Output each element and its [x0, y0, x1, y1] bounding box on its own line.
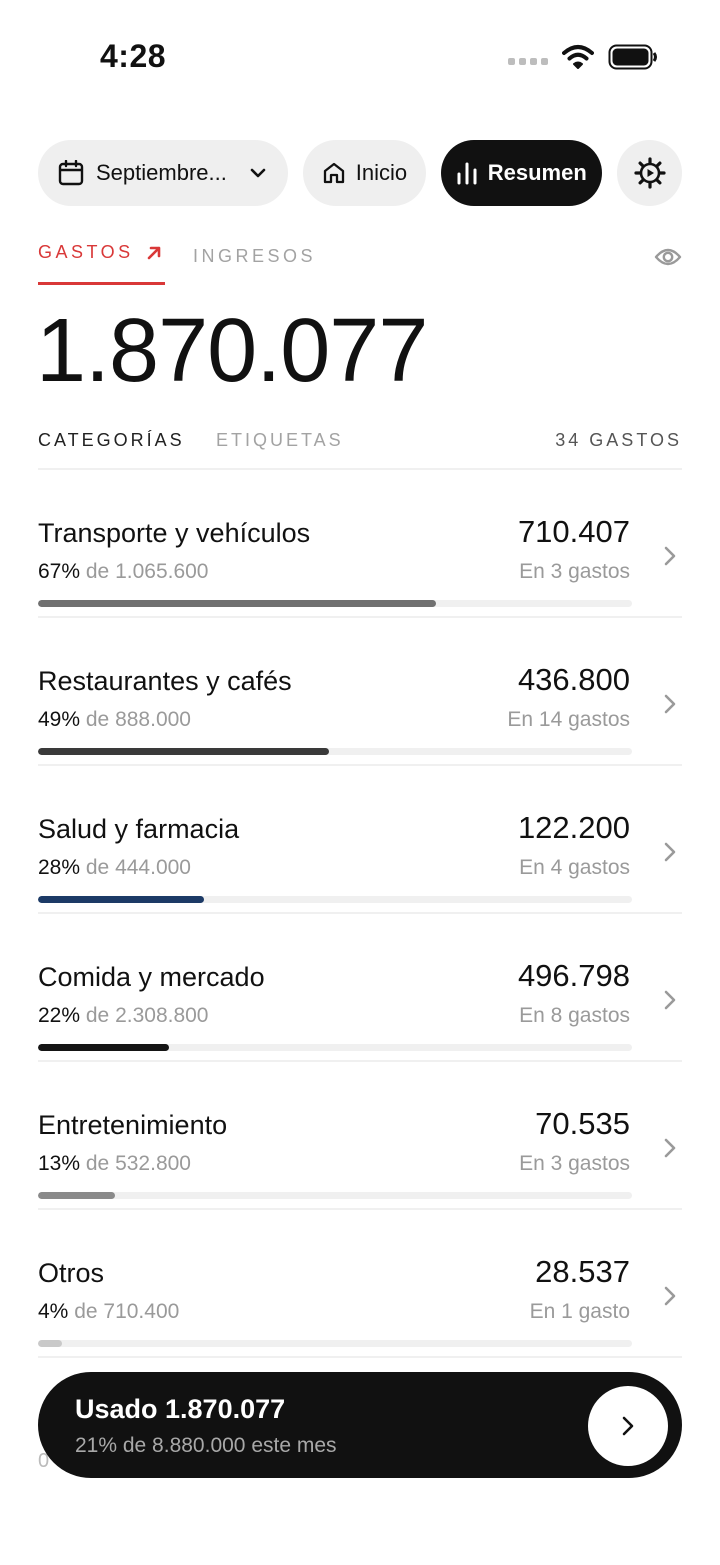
expense-count: 34 GASTOS: [555, 430, 682, 450]
chevron-right-icon: [664, 546, 676, 566]
tab-tags[interactable]: ETIQUETAS: [216, 430, 344, 451]
chevron-right-icon: [664, 1138, 676, 1158]
category-name: Restaurantes y cafés: [38, 666, 292, 696]
progress-track: [38, 1044, 632, 1051]
category-budget-total: de 888.000: [85, 708, 191, 731]
progress-fill: [38, 600, 436, 607]
category-name: Entretenimiento: [38, 1110, 228, 1140]
category-amount: 28.537: [535, 1254, 630, 1289]
month-selector[interactable]: Septiembre...: [38, 140, 289, 206]
category-name: Salud y farmacia: [38, 814, 240, 844]
wifi-icon: [562, 45, 594, 69]
category-amount: 496.798: [517, 958, 630, 993]
progress-fill: [38, 896, 205, 903]
main-tabs: GASTOS INGRESOS: [38, 242, 682, 288]
category-count: En 14 gastos: [507, 708, 630, 731]
category-budget: 49% de 888.000: [38, 708, 191, 732]
progress-fill: [38, 1192, 116, 1199]
status-time: 4:28: [100, 38, 167, 74]
tab-expenses[interactable]: GASTOS: [38, 242, 162, 263]
category-budget: 22% de 2.308.800: [38, 1004, 209, 1028]
category-budget-total: de 1.065.600: [85, 560, 209, 583]
category-percent: 67%: [38, 560, 81, 583]
status-bar: 4:28: [0, 0, 720, 110]
category-budget: 4% de 710.400: [38, 1300, 179, 1324]
category-budget-total: de 2.308.800: [85, 1004, 209, 1027]
chevron-down-icon: [251, 168, 266, 178]
category-budget: 67% de 1.065.600: [38, 560, 209, 584]
usage-details-button[interactable]: [588, 1386, 668, 1466]
category-count: En 3 gastos: [519, 560, 630, 583]
category-percent: 13%: [38, 1152, 81, 1175]
progress-track: [38, 1340, 632, 1347]
category-percent: 22%: [38, 1004, 81, 1027]
progress-track: [38, 896, 632, 903]
usage-summary-bar[interactable]: Usado 1.870.077 21% de 8.880.000 este me…: [38, 1372, 682, 1478]
calendar-icon: [58, 160, 84, 186]
category-count: En 3 gastos: [519, 1152, 630, 1175]
category-budget-total: de 710.400: [74, 1300, 180, 1323]
category-percent: 28%: [38, 856, 81, 879]
home-label: Inicio: [355, 160, 408, 185]
chevron-right-icon: [664, 694, 676, 714]
category-row[interactable]: Transporte y vehículos 710.407 67% de 1.…: [38, 470, 682, 616]
top-toolbar: Septiembre... Inicio Resumen: [38, 140, 682, 206]
chevron-right-icon: [664, 842, 676, 862]
category-row[interactable]: Entretenimiento 70.535 13% de 532.800 En…: [38, 1062, 682, 1208]
gear-icon: [633, 157, 666, 189]
category-amount: 710.407: [517, 514, 630, 549]
category-row[interactable]: Comida y mercado 496.798 22% de 2.308.80…: [38, 914, 682, 1060]
home-icon: [323, 162, 344, 184]
chevron-right-icon: [622, 1416, 634, 1436]
chevron-right-icon: [664, 1286, 676, 1306]
tab-categories[interactable]: CATEGORÍAS: [38, 430, 185, 451]
divider: [38, 1356, 682, 1358]
active-tab-indicator: [38, 282, 165, 285]
category-amount: 70.535: [535, 1106, 630, 1141]
progress-track: [38, 600, 632, 607]
category-amount: 436.800: [517, 662, 630, 697]
summary-label: Resumen: [487, 160, 587, 185]
total-amount: 1.870.077: [36, 301, 428, 401]
category-count: En 8 gastos: [519, 1004, 630, 1027]
category-budget: 28% de 444.000: [38, 856, 191, 880]
category-percent: 49%: [38, 708, 81, 731]
status-icons: [508, 44, 658, 70]
progress-fill: [38, 1340, 62, 1347]
progress-fill: [38, 1044, 169, 1051]
category-percent: 4%: [38, 1300, 69, 1323]
summary-button[interactable]: Resumen: [440, 140, 603, 206]
category-list: Transporte y vehículos 710.407 67% de 1.…: [38, 468, 682, 1358]
arrow-up-right-icon: [147, 246, 161, 259]
category-amount: 122.200: [517, 810, 630, 845]
category-row[interactable]: Restaurantes y cafés 436.800 49% de 888.…: [38, 618, 682, 764]
battery-icon: [608, 44, 657, 70]
category-count: En 1 gasto: [529, 1300, 630, 1323]
progress-fill: [38, 748, 330, 755]
category-count: En 4 gastos: [519, 856, 630, 879]
usage-title: Usado 1.870.077: [75, 1394, 286, 1424]
progress-track: [38, 1192, 632, 1199]
usage-subtitle: 21% de 8.880.000 este mes: [75, 1434, 337, 1457]
category-row[interactable]: Salud y farmacia 122.200 28% de 444.000 …: [38, 766, 682, 912]
chevron-right-icon: [664, 990, 676, 1010]
sub-tabs: CATEGORÍAS ETIQUETAS 34 GASTOS: [38, 430, 682, 460]
tab-income[interactable]: INGRESOS: [193, 246, 316, 267]
category-row[interactable]: Otros 28.537 4% de 710.400 En 1 gasto: [38, 1210, 682, 1356]
signal-icon: [508, 57, 548, 65]
tab-expenses-label: GASTOS: [38, 242, 134, 262]
category-budget-total: de 444.000: [85, 856, 191, 879]
home-button[interactable]: Inicio: [303, 140, 426, 206]
bar-chart-icon: [457, 162, 477, 185]
progress-track: [38, 748, 632, 755]
category-budget: 13% de 532.800: [38, 1152, 191, 1176]
eye-icon[interactable]: [654, 246, 682, 268]
category-name: Comida y mercado: [38, 962, 265, 992]
month-label: Septiembre...: [96, 160, 227, 185]
settings-button[interactable]: [617, 140, 682, 206]
category-name: Otros: [38, 1258, 105, 1288]
category-name: Transporte y vehículos: [38, 518, 311, 548]
category-budget-total: de 532.800: [85, 1152, 191, 1175]
